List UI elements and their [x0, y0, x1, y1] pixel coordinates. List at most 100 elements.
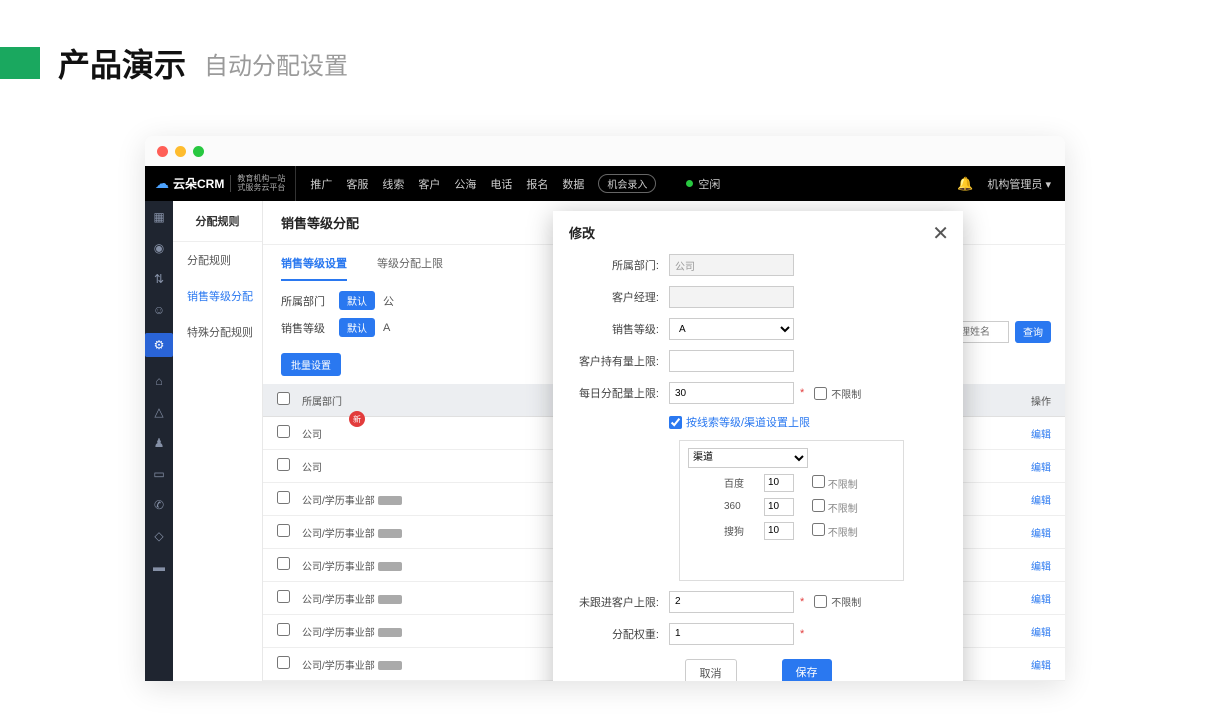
row-checkbox[interactable] — [277, 623, 290, 636]
channel-select[interactable]: 渠道 — [688, 448, 808, 468]
row-checkbox[interactable] — [277, 656, 290, 669]
row-checkbox[interactable] — [277, 491, 290, 504]
channel-value-input[interactable] — [764, 474, 794, 492]
daily-unlimited-checkbox[interactable] — [814, 387, 827, 400]
modal-hold-input[interactable] — [669, 350, 794, 372]
cell-dept: 公司/学历事业部 — [296, 549, 575, 582]
row-checkbox[interactable] — [277, 590, 290, 603]
save-button[interactable]: 保存 — [782, 659, 832, 682]
row-checkbox[interactable] — [277, 458, 290, 471]
nav-item[interactable]: 公海 — [454, 176, 476, 192]
modal-weight-input[interactable] — [669, 623, 794, 645]
channel-row: 百度 不限制 — [688, 474, 895, 492]
minimize-dot-icon[interactable] — [175, 146, 186, 157]
bell-icon[interactable]: 🔔 — [957, 176, 973, 192]
rail-phone-icon[interactable]: ✆ — [152, 497, 167, 512]
rail-doc-icon[interactable]: ▭ — [152, 466, 167, 481]
cell-dept: 公司/学历事业部 — [296, 516, 575, 549]
nav-item[interactable]: 线索 — [382, 176, 404, 192]
main-panel: 新 销售等级分配 销售等级设置等级分配上限 所属部门 默认 公 销售等级 默认 … — [263, 201, 1065, 681]
row-checkbox[interactable] — [277, 557, 290, 570]
filter-level-opt[interactable]: A — [383, 322, 390, 334]
nav-item[interactable]: 电话 — [490, 176, 512, 192]
modal-daily-label: 每日分配量上限: — [569, 385, 669, 401]
channel-unlimited-checkbox[interactable] — [812, 475, 825, 488]
edit-link[interactable]: 编辑 — [965, 648, 1065, 681]
table-header — [263, 384, 296, 417]
modal-dept-label: 所属部门: — [569, 257, 669, 273]
filter-dept-label: 所属部门 — [281, 293, 331, 309]
rail-chat-icon[interactable]: ▬ — [152, 559, 167, 574]
rail-settings-icon[interactable]: ⚙ — [145, 333, 173, 357]
channel-box: 渠道 百度 不限制360 不限制搜狗 不限制 — [679, 440, 904, 581]
row-checkbox[interactable] — [277, 425, 290, 438]
sidebar-head: 分配规则 — [173, 201, 262, 242]
edit-link[interactable]: 编辑 — [965, 483, 1065, 516]
channel-value-input[interactable] — [764, 522, 794, 540]
filter-dept-opt[interactable]: 公 — [383, 293, 394, 309]
logo[interactable]: ☁ 云朵CRM 教育机构一站式服务云平台 — [145, 166, 296, 201]
channel-value-input[interactable] — [764, 498, 794, 516]
row-checkbox[interactable] — [277, 524, 290, 537]
close-icon[interactable]: ✕ — [932, 221, 949, 246]
nav-pill-entry[interactable]: 机会录入 — [598, 174, 656, 193]
edit-link[interactable]: 编辑 — [965, 450, 1065, 483]
modal-level-label: 销售等级: — [569, 321, 669, 337]
channel-unlimited-checkbox[interactable] — [812, 499, 825, 512]
edit-link[interactable]: 编辑 — [965, 417, 1065, 450]
modal-unfollow-label: 未跟进客户上限: — [569, 594, 669, 610]
batch-button[interactable]: 批量设置 — [281, 353, 341, 376]
page-title: 产品演示 — [58, 40, 186, 86]
nav-item[interactable]: 客服 — [346, 176, 368, 192]
cancel-button[interactable]: 取消 — [685, 659, 737, 682]
rail-group-icon[interactable]: ♟ — [152, 435, 167, 450]
sidebar-item[interactable]: 特殊分配规则 — [173, 314, 262, 350]
channel-row: 搜狗 不限制 — [688, 522, 895, 540]
modal-manager-input — [669, 286, 794, 308]
filter-dept-default[interactable]: 默认 — [339, 291, 375, 310]
edit-link[interactable]: 编辑 — [965, 615, 1065, 648]
rail-dashboard-icon[interactable]: ▦ — [152, 209, 167, 224]
user-menu[interactable]: 机构管理员 ▾ — [987, 176, 1051, 192]
select-all-checkbox[interactable] — [277, 392, 290, 405]
status-indicator: 空闲 — [686, 176, 720, 192]
cell-dept: 公司/学历事业部 — [296, 615, 575, 648]
modal-level-select[interactable]: A — [669, 318, 794, 340]
window-titlebar — [145, 136, 1065, 166]
nav-item[interactable]: 推广 — [310, 176, 332, 192]
by-channel-checkbox[interactable] — [669, 416, 682, 429]
by-channel-label: 按线索等级/渠道设置上限 — [686, 414, 810, 430]
edit-modal: 修改 ✕ 所属部门: 客户经理: 销售等级: A 客户持有量上限 — [553, 211, 963, 681]
edit-link[interactable]: 编辑 — [965, 549, 1065, 582]
close-dot-icon[interactable] — [157, 146, 168, 157]
filter-level-default[interactable]: 默认 — [339, 318, 375, 337]
rail-home-icon[interactable]: ⌂ — [152, 373, 167, 388]
cell-dept: 公司/学历事业部 — [296, 582, 575, 615]
sidebar-item[interactable]: 销售等级分配 — [173, 278, 262, 314]
modal-unfollow-input[interactable] — [669, 591, 794, 613]
channel-unlimited-checkbox[interactable] — [812, 523, 825, 536]
modal-daily-input[interactable] — [669, 382, 794, 404]
maximize-dot-icon[interactable] — [193, 146, 204, 157]
rail-shield-icon[interactable]: ◉ — [152, 240, 167, 255]
nav-item[interactable]: 数据 — [562, 176, 584, 192]
cell-dept: 公司 — [296, 417, 575, 450]
sidebar-item[interactable]: 分配规则 — [173, 242, 262, 278]
status-text: 空闲 — [698, 176, 720, 192]
rail-user-icon[interactable]: ☺ — [152, 302, 167, 317]
app-window: ☁ 云朵CRM 教育机构一站式服务云平台 推广客服线索客户公海电话报名数据 机会… — [145, 136, 1065, 681]
tab[interactable]: 销售等级设置 — [281, 255, 347, 281]
rail-triangle-icon[interactable]: △ — [152, 404, 167, 419]
edit-link[interactable]: 编辑 — [965, 582, 1065, 615]
modal-hold-label: 客户持有量上限: — [569, 353, 669, 369]
rail-chart-icon[interactable]: ⇅ — [152, 271, 167, 286]
tab[interactable]: 等级分配上限 — [377, 255, 443, 281]
nav-item[interactable]: 客户 — [418, 176, 440, 192]
top-nav: ☁ 云朵CRM 教育机构一站式服务云平台 推广客服线索客户公海电话报名数据 机会… — [145, 166, 1065, 201]
edit-link[interactable]: 编辑 — [965, 516, 1065, 549]
modal-weight-label: 分配权重: — [569, 626, 669, 642]
nav-item[interactable]: 报名 — [526, 176, 548, 192]
search-button[interactable]: 查询 — [1015, 321, 1051, 343]
unfollow-unlimited-checkbox[interactable] — [814, 595, 827, 608]
rail-tag-icon[interactable]: ◇ — [152, 528, 167, 543]
